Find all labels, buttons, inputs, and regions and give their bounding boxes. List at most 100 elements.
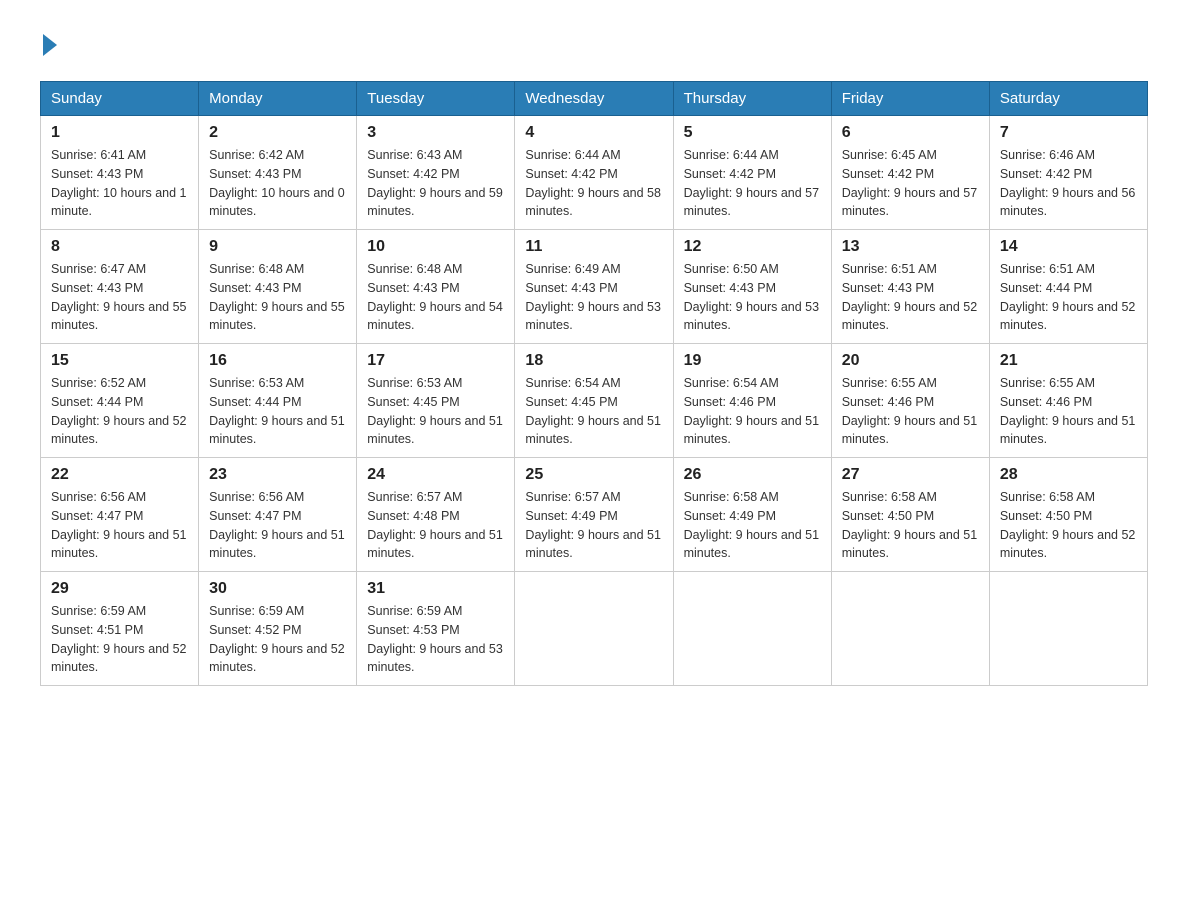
day-number: 12	[684, 238, 821, 256]
day-number: 31	[367, 580, 504, 598]
day-number: 1	[51, 124, 188, 142]
day-number: 26	[684, 466, 821, 484]
day-info: Sunrise: 6:57 AMSunset: 4:49 PMDaylight:…	[525, 490, 661, 560]
day-number: 16	[209, 352, 346, 370]
week-row-2: 8 Sunrise: 6:47 AMSunset: 4:43 PMDayligh…	[41, 230, 1148, 344]
day-number: 6	[842, 124, 979, 142]
day-number: 23	[209, 466, 346, 484]
day-info: Sunrise: 6:44 AMSunset: 4:42 PMDaylight:…	[525, 148, 661, 218]
calendar-cell: 14 Sunrise: 6:51 AMSunset: 4:44 PMDaylig…	[989, 230, 1147, 344]
day-info: Sunrise: 6:54 AMSunset: 4:45 PMDaylight:…	[525, 376, 661, 446]
calendar-cell: 6 Sunrise: 6:45 AMSunset: 4:42 PMDayligh…	[831, 116, 989, 230]
day-info: Sunrise: 6:47 AMSunset: 4:43 PMDaylight:…	[51, 262, 187, 332]
day-info: Sunrise: 6:41 AMSunset: 4:43 PMDaylight:…	[51, 148, 187, 218]
day-info: Sunrise: 6:53 AMSunset: 4:44 PMDaylight:…	[209, 376, 345, 446]
weekday-header-row: SundayMondayTuesdayWednesdayThursdayFrid…	[41, 82, 1148, 116]
day-info: Sunrise: 6:48 AMSunset: 4:43 PMDaylight:…	[367, 262, 503, 332]
day-number: 22	[51, 466, 188, 484]
day-number: 18	[525, 352, 662, 370]
week-row-3: 15 Sunrise: 6:52 AMSunset: 4:44 PMDaylig…	[41, 344, 1148, 458]
day-number: 8	[51, 238, 188, 256]
calendar-cell: 22 Sunrise: 6:56 AMSunset: 4:47 PMDaylig…	[41, 458, 199, 572]
day-info: Sunrise: 6:45 AMSunset: 4:42 PMDaylight:…	[842, 148, 978, 218]
weekday-header-thursday: Thursday	[673, 82, 831, 116]
day-info: Sunrise: 6:44 AMSunset: 4:42 PMDaylight:…	[684, 148, 820, 218]
day-info: Sunrise: 6:54 AMSunset: 4:46 PMDaylight:…	[684, 376, 820, 446]
day-number: 25	[525, 466, 662, 484]
calendar-cell	[515, 572, 673, 686]
day-info: Sunrise: 6:51 AMSunset: 4:43 PMDaylight:…	[842, 262, 978, 332]
day-number: 7	[1000, 124, 1137, 142]
calendar-cell: 25 Sunrise: 6:57 AMSunset: 4:49 PMDaylig…	[515, 458, 673, 572]
calendar-cell	[989, 572, 1147, 686]
day-number: 15	[51, 352, 188, 370]
week-row-5: 29 Sunrise: 6:59 AMSunset: 4:51 PMDaylig…	[41, 572, 1148, 686]
day-info: Sunrise: 6:42 AMSunset: 4:43 PMDaylight:…	[209, 148, 345, 218]
calendar-cell: 17 Sunrise: 6:53 AMSunset: 4:45 PMDaylig…	[357, 344, 515, 458]
calendar-cell: 1 Sunrise: 6:41 AMSunset: 4:43 PMDayligh…	[41, 116, 199, 230]
day-number: 5	[684, 124, 821, 142]
calendar-cell: 20 Sunrise: 6:55 AMSunset: 4:46 PMDaylig…	[831, 344, 989, 458]
day-info: Sunrise: 6:58 AMSunset: 4:50 PMDaylight:…	[842, 490, 978, 560]
day-number: 4	[525, 124, 662, 142]
calendar-cell: 29 Sunrise: 6:59 AMSunset: 4:51 PMDaylig…	[41, 572, 199, 686]
calendar-cell: 8 Sunrise: 6:47 AMSunset: 4:43 PMDayligh…	[41, 230, 199, 344]
day-number: 2	[209, 124, 346, 142]
day-info: Sunrise: 6:51 AMSunset: 4:44 PMDaylight:…	[1000, 262, 1136, 332]
calendar-cell: 26 Sunrise: 6:58 AMSunset: 4:49 PMDaylig…	[673, 458, 831, 572]
calendar-table: SundayMondayTuesdayWednesdayThursdayFrid…	[40, 81, 1148, 686]
weekday-header-friday: Friday	[831, 82, 989, 116]
weekday-header-wednesday: Wednesday	[515, 82, 673, 116]
calendar-cell: 24 Sunrise: 6:57 AMSunset: 4:48 PMDaylig…	[357, 458, 515, 572]
calendar-cell: 7 Sunrise: 6:46 AMSunset: 4:42 PMDayligh…	[989, 116, 1147, 230]
calendar-cell: 27 Sunrise: 6:58 AMSunset: 4:50 PMDaylig…	[831, 458, 989, 572]
day-number: 14	[1000, 238, 1137, 256]
calendar-cell: 28 Sunrise: 6:58 AMSunset: 4:50 PMDaylig…	[989, 458, 1147, 572]
day-info: Sunrise: 6:59 AMSunset: 4:53 PMDaylight:…	[367, 604, 503, 674]
day-info: Sunrise: 6:50 AMSunset: 4:43 PMDaylight:…	[684, 262, 820, 332]
calendar-cell: 23 Sunrise: 6:56 AMSunset: 4:47 PMDaylig…	[199, 458, 357, 572]
day-info: Sunrise: 6:48 AMSunset: 4:43 PMDaylight:…	[209, 262, 345, 332]
weekday-header-saturday: Saturday	[989, 82, 1147, 116]
day-info: Sunrise: 6:46 AMSunset: 4:42 PMDaylight:…	[1000, 148, 1136, 218]
day-number: 28	[1000, 466, 1137, 484]
calendar-cell	[673, 572, 831, 686]
day-number: 29	[51, 580, 188, 598]
page-header	[40, 30, 1148, 61]
calendar-cell: 11 Sunrise: 6:49 AMSunset: 4:43 PMDaylig…	[515, 230, 673, 344]
day-info: Sunrise: 6:58 AMSunset: 4:50 PMDaylight:…	[1000, 490, 1136, 560]
day-number: 27	[842, 466, 979, 484]
day-info: Sunrise: 6:53 AMSunset: 4:45 PMDaylight:…	[367, 376, 503, 446]
calendar-cell: 12 Sunrise: 6:50 AMSunset: 4:43 PMDaylig…	[673, 230, 831, 344]
day-info: Sunrise: 6:43 AMSunset: 4:42 PMDaylight:…	[367, 148, 503, 218]
logo	[40, 30, 57, 61]
day-number: 19	[684, 352, 821, 370]
weekday-header-sunday: Sunday	[41, 82, 199, 116]
day-number: 17	[367, 352, 504, 370]
calendar-cell: 9 Sunrise: 6:48 AMSunset: 4:43 PMDayligh…	[199, 230, 357, 344]
calendar-cell: 15 Sunrise: 6:52 AMSunset: 4:44 PMDaylig…	[41, 344, 199, 458]
day-info: Sunrise: 6:59 AMSunset: 4:52 PMDaylight:…	[209, 604, 345, 674]
day-info: Sunrise: 6:52 AMSunset: 4:44 PMDaylight:…	[51, 376, 187, 446]
calendar-cell: 18 Sunrise: 6:54 AMSunset: 4:45 PMDaylig…	[515, 344, 673, 458]
day-number: 9	[209, 238, 346, 256]
day-number: 13	[842, 238, 979, 256]
calendar-cell: 2 Sunrise: 6:42 AMSunset: 4:43 PMDayligh…	[199, 116, 357, 230]
day-info: Sunrise: 6:56 AMSunset: 4:47 PMDaylight:…	[51, 490, 187, 560]
calendar-cell: 5 Sunrise: 6:44 AMSunset: 4:42 PMDayligh…	[673, 116, 831, 230]
day-info: Sunrise: 6:59 AMSunset: 4:51 PMDaylight:…	[51, 604, 187, 674]
calendar-cell: 19 Sunrise: 6:54 AMSunset: 4:46 PMDaylig…	[673, 344, 831, 458]
day-info: Sunrise: 6:55 AMSunset: 4:46 PMDaylight:…	[1000, 376, 1136, 446]
calendar-cell: 16 Sunrise: 6:53 AMSunset: 4:44 PMDaylig…	[199, 344, 357, 458]
day-number: 21	[1000, 352, 1137, 370]
day-number: 11	[525, 238, 662, 256]
day-info: Sunrise: 6:49 AMSunset: 4:43 PMDaylight:…	[525, 262, 661, 332]
calendar-cell: 21 Sunrise: 6:55 AMSunset: 4:46 PMDaylig…	[989, 344, 1147, 458]
calendar-cell: 13 Sunrise: 6:51 AMSunset: 4:43 PMDaylig…	[831, 230, 989, 344]
day-number: 20	[842, 352, 979, 370]
day-number: 30	[209, 580, 346, 598]
calendar-cell: 10 Sunrise: 6:48 AMSunset: 4:43 PMDaylig…	[357, 230, 515, 344]
day-info: Sunrise: 6:57 AMSunset: 4:48 PMDaylight:…	[367, 490, 503, 560]
day-info: Sunrise: 6:56 AMSunset: 4:47 PMDaylight:…	[209, 490, 345, 560]
day-info: Sunrise: 6:55 AMSunset: 4:46 PMDaylight:…	[842, 376, 978, 446]
